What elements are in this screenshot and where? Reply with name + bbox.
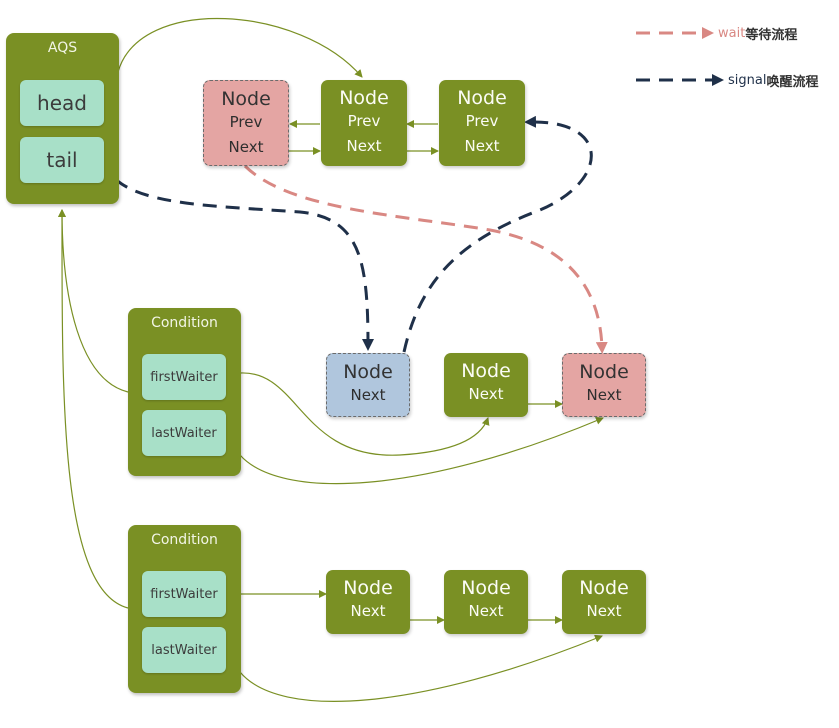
condition-panel-2: Condition firstWaiter lastWaiter: [128, 525, 241, 693]
legend-signal-en: signal: [728, 73, 767, 88]
cond2-node-2: Node Next: [444, 570, 528, 634]
sync-node-1: Node Prev Next: [203, 80, 289, 166]
first-waiter-field: firstWaiter: [142, 354, 226, 400]
node-prev: Prev: [229, 113, 263, 131]
aqs-head-field: head: [20, 80, 104, 126]
sync-node-2: Node Prev Next: [321, 80, 407, 166]
connector-layer: [57, 17, 724, 702]
node-next: Next: [586, 386, 622, 404]
node-title: Node: [339, 87, 389, 109]
node-next: Next: [468, 602, 504, 620]
head-link: [117, 17, 363, 78]
last-waiter-field: lastWaiter: [142, 410, 226, 456]
node-title: Node: [461, 360, 511, 382]
node-next: Next: [346, 137, 382, 155]
condition-panel-1: Condition firstWaiter lastWaiter: [128, 308, 241, 476]
aqs-panel: AQS head tail: [6, 33, 119, 204]
legend-wait-zh: 等待流程: [745, 28, 798, 43]
node-title: Node: [221, 88, 271, 110]
aqs-tail-field: tail: [20, 137, 104, 183]
aqs-title: AQS: [47, 40, 78, 56]
first-waiter-field: firstWaiter: [142, 571, 226, 617]
node-next: Next: [468, 385, 504, 403]
node-next: Next: [464, 137, 500, 155]
node-title: Node: [579, 577, 629, 599]
cond2-last-link: [239, 634, 603, 702]
cond1-node-3: Node Next: [562, 353, 646, 417]
legend-signal-zh: 唤醒流程: [766, 75, 819, 90]
legend-signal: signal 唤醒流程: [728, 71, 818, 90]
node-title: Node: [457, 87, 507, 109]
node-next: Next: [350, 602, 386, 620]
cond1-to-aqs-link: [58, 209, 129, 393]
node-next: Next: [350, 386, 386, 404]
cond2-node-3: Node Next: [562, 570, 646, 634]
node-title: Node: [461, 577, 511, 599]
node-prev: Prev: [347, 112, 381, 130]
sync-node-3: Node Prev Next: [439, 80, 525, 166]
node-title: Node: [579, 361, 629, 383]
condition-title: Condition: [151, 315, 218, 331]
legend-wait: wait 等待流程: [718, 24, 797, 43]
node-title: Node: [343, 577, 393, 599]
node-prev: Prev: [465, 112, 499, 130]
cond2-node-1: Node Next: [326, 570, 410, 634]
cond1-node-1: Node Next: [326, 353, 410, 417]
node-title: Node: [343, 361, 393, 383]
cond2-to-aqs-link: [57, 209, 129, 609]
cond1-node-2: Node Next: [444, 353, 528, 417]
node-next: Next: [586, 602, 622, 620]
cond1-last-link: [239, 417, 604, 485]
legend-wait-en: wait: [718, 26, 746, 41]
node-next: Next: [228, 138, 264, 156]
condition-title: Condition: [151, 532, 218, 548]
wait-flow-path: [243, 164, 608, 354]
last-waiter-field: lastWaiter: [142, 627, 226, 673]
